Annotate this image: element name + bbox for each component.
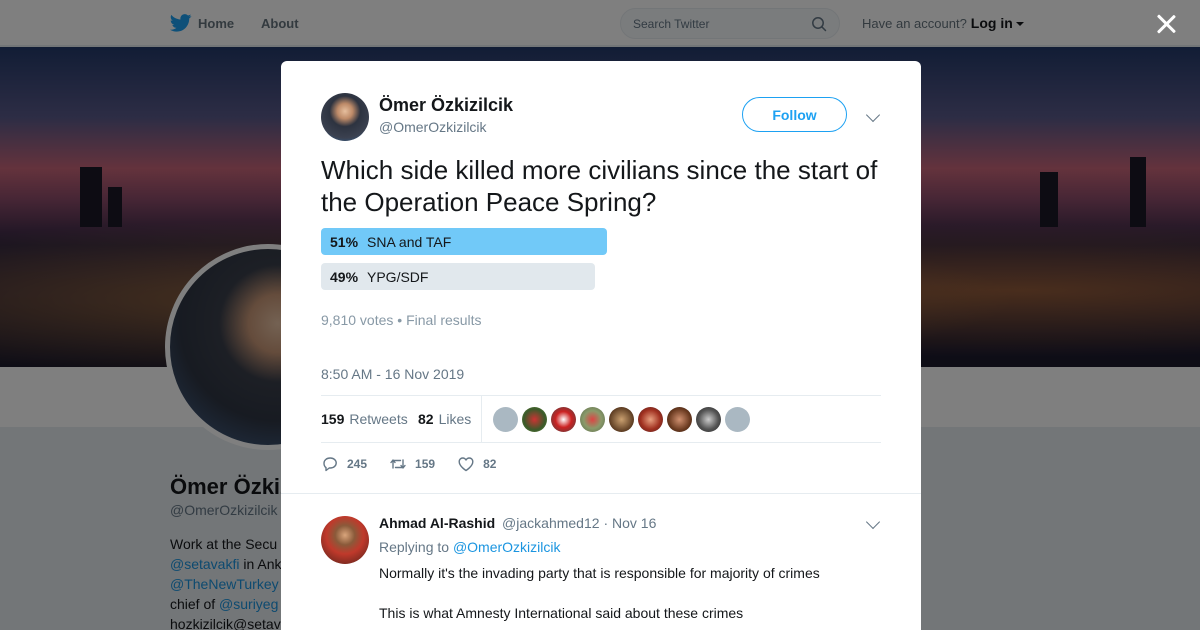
follow-button[interactable]: Follow (742, 97, 847, 132)
tweet-timestamp[interactable]: 8:50 AM - 16 Nov 2019 (321, 366, 464, 382)
stats-divider (481, 396, 482, 442)
poll-status: Final results (406, 312, 482, 328)
poll-option-label: SNA and TAF (367, 233, 452, 250)
retweets-count: 159 (321, 411, 345, 427)
likes-label: Likes (438, 411, 472, 427)
likes-count: 82 (418, 411, 434, 427)
liker-avatar[interactable] (551, 407, 576, 432)
retweets-label: Retweets (349, 411, 408, 427)
liker-avatar[interactable] (609, 407, 634, 432)
liker-avatar[interactable] (667, 407, 692, 432)
author-name[interactable]: Ömer Özkizilcik (379, 95, 513, 116)
heart-icon (458, 457, 474, 472)
poll-option-percent: 49% (330, 268, 359, 285)
liker-avatar[interactable] (493, 407, 518, 432)
poll-votes: 9,810 votes (321, 312, 394, 328)
reply-author-avatar[interactable] (321, 516, 369, 564)
liker-avatars (493, 407, 754, 432)
close-icon[interactable] (1156, 14, 1176, 34)
tweet-stats: 159 Retweets 82 Likes (321, 395, 881, 443)
chevron-down-icon[interactable] (865, 514, 881, 530)
tweet-text: Which side killed more civilians since t… (321, 155, 878, 217)
author-handle[interactable]: @OmerOzkizilcik (379, 119, 487, 135)
author-avatar[interactable] (321, 93, 369, 141)
retweet-button[interactable]: 159 (389, 455, 435, 473)
reply-author-handle[interactable]: @jackahmed12 (502, 515, 600, 531)
poll-option-bar: 51% SNA and TAF (321, 228, 607, 255)
reply-author-name[interactable]: Ahmad Al-Rashid (379, 515, 495, 531)
reply-button[interactable]: 245 (321, 455, 367, 473)
retweet-count: 159 (415, 457, 436, 471)
liker-avatar[interactable] (638, 407, 663, 432)
reply-date[interactable]: Nov 16 (612, 515, 656, 531)
poll-option-bar: 49% YPG/SDF (321, 263, 595, 290)
poll-separator: • (397, 312, 403, 328)
liker-avatar[interactable] (725, 407, 750, 432)
reply-paragraph: This is what Amnesty International said … (379, 605, 744, 621)
replying-to: Replying to @OmerOzkizilcik (379, 539, 560, 555)
like-count: 82 (483, 457, 497, 471)
chevron-down-icon[interactable] (865, 107, 881, 123)
tweet-actions: 245 159 82 (321, 453, 518, 475)
reply-count: 245 (347, 457, 368, 471)
reply-text: Normally it's the invading party that is… (379, 563, 879, 630)
retweet-icon (390, 459, 406, 469)
liker-avatar[interactable] (696, 407, 721, 432)
retweets-stat[interactable]: 159 Retweets (321, 396, 408, 442)
liker-avatar[interactable] (580, 407, 605, 432)
reply-separator: · (603, 515, 609, 531)
replying-to-link[interactable]: @OmerOzkizilcik (453, 539, 561, 555)
reply-icon (323, 457, 337, 472)
reply-divider (281, 493, 921, 494)
tweet-modal: Ömer Özkizilcik @OmerOzkizilcik Follow W… (281, 61, 921, 630)
like-button[interactable]: 82 (457, 455, 496, 473)
poll-option-percent: 51% (330, 233, 359, 250)
poll-summary: 9,810 votes • Final results (321, 312, 482, 328)
liker-avatar[interactable] (522, 407, 547, 432)
replying-prefix: Replying to (379, 539, 450, 555)
reply-paragraph: Normally it's the invading party that is… (379, 565, 820, 581)
reply-header: Ahmad Al-Rashid @jackahmed12 · Nov 16 (379, 515, 656, 531)
likes-stat[interactable]: 82 Likes (418, 396, 471, 442)
poll-option-label: YPG/SDF (367, 268, 429, 285)
